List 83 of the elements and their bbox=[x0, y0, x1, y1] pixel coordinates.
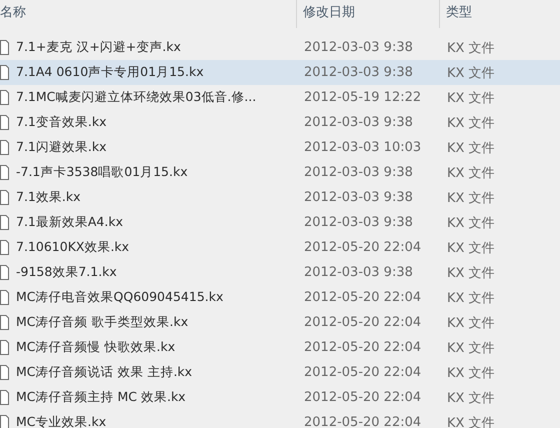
file-name: MC涛仔电音效果QQ609045415.kx bbox=[16, 289, 224, 306]
file-row[interactable]: 7.1+麦克 汉+闪避+变声.kx 2012-03-03 9:38 KX 文件 bbox=[0, 35, 560, 60]
file-name: 7.1最新效果A4.kx bbox=[16, 214, 123, 231]
file-row[interactable]: -7.1声卡3538唱歌01月15.kx 2012-03-03 9:38 KX 文件 bbox=[0, 160, 560, 185]
file-type: KX 文件 bbox=[447, 240, 495, 256]
column-header[interactable]: 名称 bbox=[0, 0, 297, 28]
file-type: KX 文件 bbox=[447, 340, 495, 356]
file-type: KX 文件 bbox=[447, 314, 495, 332]
file-type: KX 文件 bbox=[447, 64, 495, 82]
file-type: KX 文件 bbox=[447, 114, 495, 132]
file-type: KX 文件 bbox=[447, 364, 495, 382]
document-icon bbox=[0, 265, 9, 280]
modified-date: 2012-03-03 9:38 bbox=[304, 165, 414, 180]
file-row[interactable]: 7.1MC喊麦闪避立体环绕效果03低音.修... 2012-05-19 12:22 KX 文件 bbox=[0, 85, 560, 110]
file-row[interactable]: 7.10610KX效果.kx 2012-05-20 22:04 KX 文件 bbox=[0, 235, 560, 260]
file-row[interactable]: MC涛仔电音效果QQ609045415.kx 2012-05-20 22:04 KX 文件 bbox=[0, 285, 560, 310]
modified-date: 2012-03-03 9:38 bbox=[304, 190, 414, 205]
file-name: 7.1闪避效果.kx bbox=[16, 139, 106, 156]
document-icon bbox=[0, 290, 9, 305]
modified-date: 2012-03-03 9:38 bbox=[304, 65, 414, 80]
document-icon bbox=[0, 190, 9, 205]
file-row[interactable]: MC涛仔音频说话 效果 主持.kx 2012-05-20 22:04 KX 文件 bbox=[0, 360, 560, 385]
modified-date: 2012-05-19 12:22 bbox=[304, 90, 422, 105]
file-name: MC涛仔音频说话 效果 主持.kx bbox=[16, 364, 192, 381]
modified-date: 2012-03-03 9:38 bbox=[304, 40, 414, 55]
file-name: MC涛仔音频 歌手类型效果.kx bbox=[16, 314, 188, 331]
document-icon bbox=[0, 65, 9, 80]
modified-date: 2012-03-03 9:38 bbox=[304, 215, 414, 230]
file-row[interactable]: 7.1效果.kx 2012-03-03 9:38 KX 文件 bbox=[0, 185, 560, 210]
file-name: MC涛仔音频主持 MC 效果.kx bbox=[16, 389, 186, 406]
modified-date: 2012-05-20 22:04 bbox=[304, 290, 422, 305]
modified-date: 2012-05-20 22:04 bbox=[304, 240, 422, 255]
modified-date: 2012-05-20 22:04 bbox=[304, 315, 422, 330]
document-icon bbox=[0, 315, 9, 330]
document-icon bbox=[0, 340, 9, 355]
document-icon bbox=[0, 90, 9, 105]
file-row[interactable]: 7.1A4 0610声卡专用01月15.kx 2012-03-03 9:38 KX 文件 bbox=[0, 60, 560, 85]
modified-date: 2012-05-20 22:04 bbox=[304, 365, 422, 380]
modified-date: 2012-03-03 9:38 bbox=[304, 115, 414, 130]
file-type: KX 文件 bbox=[447, 214, 495, 232]
file-name: -7.1声卡3538唱歌01月15.kx bbox=[16, 164, 188, 181]
document-icon bbox=[0, 240, 9, 255]
file-name: 7.1MC喊麦闪避立体环绕效果03低音.修... bbox=[16, 89, 256, 106]
file-type: KX 文件 bbox=[447, 414, 495, 428]
file-row[interactable]: 7.1最新效果A4.kx 2012-03-03 9:38 KX 文件 bbox=[0, 210, 560, 235]
file-row[interactable]: MC涛仔音频主持 MC 效果.kx 2012-05-20 22:04 KX 文件 bbox=[0, 385, 560, 410]
file-name: 7.1变音效果.kx bbox=[16, 114, 106, 131]
document-icon bbox=[0, 215, 9, 230]
column-header[interactable]: 修改日期 bbox=[297, 0, 440, 28]
file-name: 7.1效果.kx bbox=[16, 189, 80, 206]
file-row[interactable]: MC涛仔音频慢 快歌效果.kx 2012-05-20 22:04 KX 文件 bbox=[0, 335, 560, 360]
file-row[interactable]: -9158效果7.1.kx 2012-03-03 9:38 KX 文件 bbox=[0, 260, 560, 285]
document-icon bbox=[0, 140, 9, 155]
modified-date: 2012-05-20 22:04 bbox=[304, 415, 422, 428]
modified-date: 2012-05-20 22:04 bbox=[304, 390, 422, 405]
modified-date: 2012-03-03 10:03 bbox=[304, 140, 422, 155]
file-name: -9158效果7.1.kx bbox=[16, 264, 117, 281]
file-name: 7.10610KX效果.kx bbox=[16, 239, 130, 256]
modified-date: 2012-05-20 22:04 bbox=[304, 340, 422, 355]
document-icon bbox=[0, 115, 9, 130]
file-type: KX 文件 bbox=[447, 290, 495, 306]
document-icon bbox=[0, 390, 9, 405]
column-header[interactable]: 类型 bbox=[440, 0, 472, 28]
file-name: 7.1A4 0610声卡专用01月15.kx bbox=[16, 64, 204, 81]
file-type: KX 文件 bbox=[447, 190, 495, 206]
document-icon bbox=[0, 40, 9, 55]
file-type: KX 文件 bbox=[447, 40, 495, 56]
document-icon bbox=[0, 415, 9, 428]
document-icon bbox=[0, 365, 9, 380]
file-row[interactable]: MC涛仔音频 歌手类型效果.kx 2012-05-20 22:04 KX 文件 bbox=[0, 310, 560, 335]
file-name: MC专业效果.kx bbox=[16, 414, 106, 428]
file-type: KX 文件 bbox=[447, 390, 495, 406]
file-row[interactable]: 7.1变音效果.kx 2012-03-03 9:38 KX 文件 bbox=[0, 110, 560, 135]
file-type: KX 文件 bbox=[447, 140, 495, 156]
file-row[interactable]: MC专业效果.kx 2012-05-20 22:04 KX 文件 bbox=[0, 410, 560, 428]
modified-date: 2012-03-03 9:38 bbox=[304, 265, 414, 280]
file-type: KX 文件 bbox=[447, 164, 495, 182]
file-name: MC涛仔音频慢 快歌效果.kx bbox=[16, 339, 176, 356]
file-type: KX 文件 bbox=[447, 264, 495, 282]
file-row[interactable]: 7.1闪避效果.kx 2012-03-03 10:03 KX 文件 bbox=[0, 135, 560, 160]
file-type: KX 文件 bbox=[447, 90, 495, 106]
document-icon bbox=[0, 165, 9, 180]
file-name: 7.1+麦克 汉+闪避+变声.kx bbox=[16, 39, 181, 56]
